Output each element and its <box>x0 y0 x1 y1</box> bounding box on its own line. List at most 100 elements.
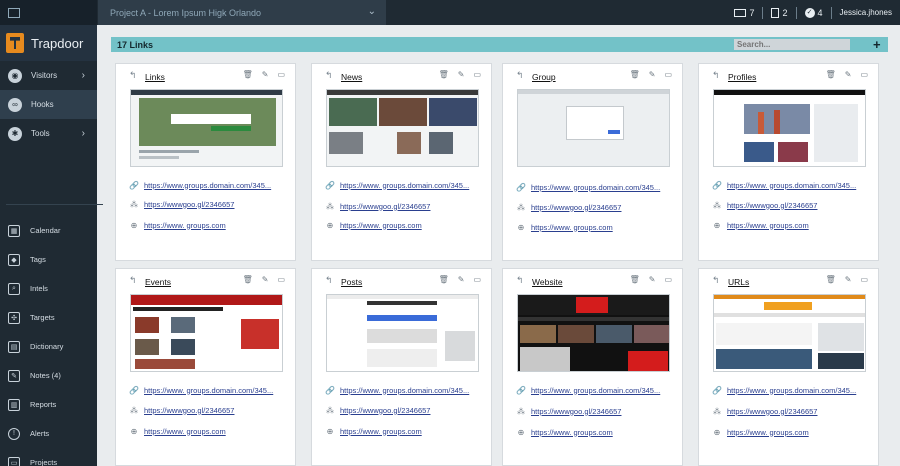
domain-link[interactable]: https://www. groups.com <box>144 427 226 436</box>
short-url-link[interactable]: https://wwwgoo.gl/2346657 <box>531 203 621 212</box>
link-row-short[interactable]: ⁂ https://wwwgoo.gl/2346657 <box>516 405 621 417</box>
page-thumbnail[interactable] <box>326 89 479 167</box>
link-row-domain[interactable]: ⊕ https://www. groups.com <box>712 426 809 438</box>
expand-icon[interactable]: ▭ <box>860 70 868 79</box>
link-row-url[interactable]: 🔗 https://www. groups.domain.com/345... <box>516 181 660 193</box>
pin-icon[interactable]: ↰ <box>516 275 524 286</box>
search-input[interactable] <box>734 39 850 50</box>
pin-icon[interactable]: ↰ <box>712 70 720 81</box>
domain-link[interactable]: https://www. groups.com <box>340 427 422 436</box>
link-card[interactable]: ↰ News 🗑 ✎ ▭ 🔗 https://www. groups.domain.c… <box>311 63 492 261</box>
domain-link[interactable]: https://www. groups.com <box>727 428 809 437</box>
link-row-short[interactable]: ⁂ https://wwwgoo.gl/2346657 <box>712 405 817 417</box>
pin-icon[interactable]: ↰ <box>712 275 720 286</box>
page-thumbnail[interactable] <box>713 294 866 372</box>
link-row-domain[interactable]: ⊕ https://www. groups.com <box>516 426 613 438</box>
short-url-link[interactable]: https://wwwgoo.gl/2346657 <box>340 406 430 415</box>
pin-icon[interactable]: ↰ <box>129 275 137 286</box>
sidebar-item-intels[interactable]: ⌕ Intels <box>0 274 97 303</box>
link-row-url[interactable]: 🔗 https://www.groups.domain.com/345... <box>129 179 271 191</box>
link-card[interactable]: ↰ Group 🗑 ✎ ▭ 🔗 https://www. groups.domain.… <box>502 63 683 261</box>
link-row-short[interactable]: ⁂ https://wwwgoo.gl/2346657 <box>129 404 234 416</box>
sidebar-item-reports[interactable]: ▥ Reports <box>0 390 97 419</box>
link-row-short[interactable]: ⁂ https://wwwgoo.gl/2346657 <box>712 199 817 211</box>
link-row-url[interactable]: 🔗 https://www. groups.domain.com/345... <box>129 384 273 396</box>
expand-icon[interactable]: ▭ <box>473 275 481 284</box>
edit-icon[interactable]: ✎ <box>845 275 852 284</box>
link-row-domain[interactable]: ⊕ https://www. groups.com <box>325 219 422 231</box>
trash-icon[interactable]: 🗑 <box>439 70 449 79</box>
link-row-domain[interactable]: ⊕ https://www. groups.com <box>325 425 422 437</box>
card-title[interactable]: Events <box>145 277 171 287</box>
task-counter[interactable]: ✓ 4 <box>804 7 823 18</box>
url-link[interactable]: https://www. groups.domain.com/345... <box>531 183 660 192</box>
link-card[interactable]: ↰ Website 🗑 ✎ ▭ 🔗 https://www. groups.domai… <box>502 268 683 466</box>
link-row-domain[interactable]: ⊕ https://www. groups.com <box>129 425 226 437</box>
short-url-link[interactable]: https://wwwgoo.gl/2346657 <box>727 407 817 416</box>
domain-link[interactable]: https://www. groups.com <box>144 221 226 230</box>
link-card[interactable]: ↰ Profiles 🗑 ✎ ▭ 🔗 https://www. groups.doma… <box>698 63 879 261</box>
page-thumbnail[interactable] <box>130 89 283 167</box>
card-title[interactable]: Profiles <box>728 72 756 82</box>
edit-icon[interactable]: ✎ <box>458 70 465 79</box>
user-name[interactable]: Jessica.jhones <box>840 8 892 17</box>
expand-icon[interactable]: ▭ <box>664 275 672 284</box>
short-url-link[interactable]: https://wwwgoo.gl/2346657 <box>727 201 817 210</box>
trash-icon[interactable]: 🗑 <box>243 70 253 79</box>
expand-icon[interactable]: ▭ <box>860 275 868 284</box>
sidebar-item-tools[interactable]: ✱ Tools › <box>0 119 97 148</box>
domain-link[interactable]: https://www. groups.com <box>727 221 809 230</box>
expand-icon[interactable]: ▭ <box>277 275 285 284</box>
pin-icon[interactable]: ↰ <box>325 275 333 286</box>
sidebar-item-alerts[interactable]: ! Alerts <box>0 419 97 448</box>
edit-icon[interactable]: ✎ <box>649 70 656 79</box>
edit-icon[interactable]: ✎ <box>262 70 269 79</box>
project-selector[interactable]: Project A - Lorem Ipsum Higk Orlando ⌄ <box>98 0 386 25</box>
trash-icon[interactable]: 🗑 <box>630 275 640 284</box>
url-link[interactable]: https://www. groups.domain.com/345... <box>144 386 273 395</box>
sidebar-item-hooks[interactable]: ∞ Hooks <box>0 90 97 119</box>
pin-icon[interactable]: ↰ <box>129 70 137 81</box>
expand-icon[interactable]: ▭ <box>473 70 481 79</box>
domain-link[interactable]: https://www. groups.com <box>531 428 613 437</box>
sidebar-item-targets[interactable]: ✣ Targets <box>0 303 97 332</box>
link-row-short[interactable]: ⁂ https://wwwgoo.gl/2346657 <box>129 198 234 210</box>
link-card[interactable]: ↰ URLs 🗑 ✎ ▭ 🔗 https://www. groups.domain.c… <box>698 268 879 466</box>
pin-icon[interactable]: ↰ <box>516 70 524 81</box>
link-row-domain[interactable]: ⊕ https://www. groups.com <box>712 219 809 231</box>
link-row-url[interactable]: 🔗 https://www. groups.domain.com/345... <box>516 384 660 396</box>
short-url-link[interactable]: https://wwwgoo.gl/2346657 <box>531 407 621 416</box>
sidebar-item-projects[interactable]: ▭ Projects <box>0 448 97 466</box>
link-row-short[interactable]: ⁂ https://wwwgoo.gl/2346657 <box>325 404 430 416</box>
page-thumbnail[interactable] <box>517 294 670 372</box>
link-row-url[interactable]: 🔗 https://www. groups.domain.com/345... <box>325 179 469 191</box>
sidebar-item-dictionary[interactable]: ▤ Dictionary <box>0 332 97 361</box>
card-title[interactable]: Posts <box>341 277 362 287</box>
url-link[interactable]: https://www. groups.domain.com/345... <box>531 386 660 395</box>
url-link[interactable]: https://www.groups.domain.com/345... <box>144 181 271 190</box>
link-row-domain[interactable]: ⊕ https://www. groups.com <box>129 219 226 231</box>
card-title[interactable]: Group <box>532 72 556 82</box>
link-row-url[interactable]: 🔗 https://www. groups.domain.com/345... <box>712 179 856 191</box>
trash-icon[interactable]: 🗑 <box>826 70 836 79</box>
pin-icon[interactable]: ↰ <box>325 70 333 81</box>
link-row-short[interactable]: ⁂ https://wwwgoo.gl/2346657 <box>516 201 621 213</box>
page-thumbnail[interactable] <box>713 89 866 167</box>
link-row-domain[interactable]: ⊕ https://www. groups.com <box>516 221 613 233</box>
edit-icon[interactable]: ✎ <box>845 70 852 79</box>
expand-icon[interactable]: ▭ <box>664 70 672 79</box>
trash-icon[interactable]: 🗑 <box>630 70 640 79</box>
document-counter[interactable]: 2 <box>771 7 788 18</box>
short-url-link[interactable]: https://wwwgoo.gl/2346657 <box>144 200 234 209</box>
link-card[interactable]: ↰ Posts 🗑 ✎ ▭ 🔗 https://www. groups.domain.… <box>311 268 492 466</box>
edit-icon[interactable]: ✎ <box>458 275 465 284</box>
trash-icon[interactable]: 🗑 <box>243 275 253 284</box>
page-thumbnail[interactable] <box>326 294 479 372</box>
domain-link[interactable]: https://www. groups.com <box>531 223 613 232</box>
add-link-button[interactable]: + <box>873 37 881 52</box>
page-thumbnail[interactable] <box>130 294 283 372</box>
link-card[interactable]: ↰ Events 🗑 ✎ ▭ 🔗 https://www. groups.domain… <box>115 268 296 466</box>
link-row-url[interactable]: 🔗 https://www. groups.domain.com/345... <box>325 384 469 396</box>
trash-icon[interactable]: 🗑 <box>826 275 836 284</box>
url-link[interactable]: https://www. groups.domain.com/345... <box>340 386 469 395</box>
